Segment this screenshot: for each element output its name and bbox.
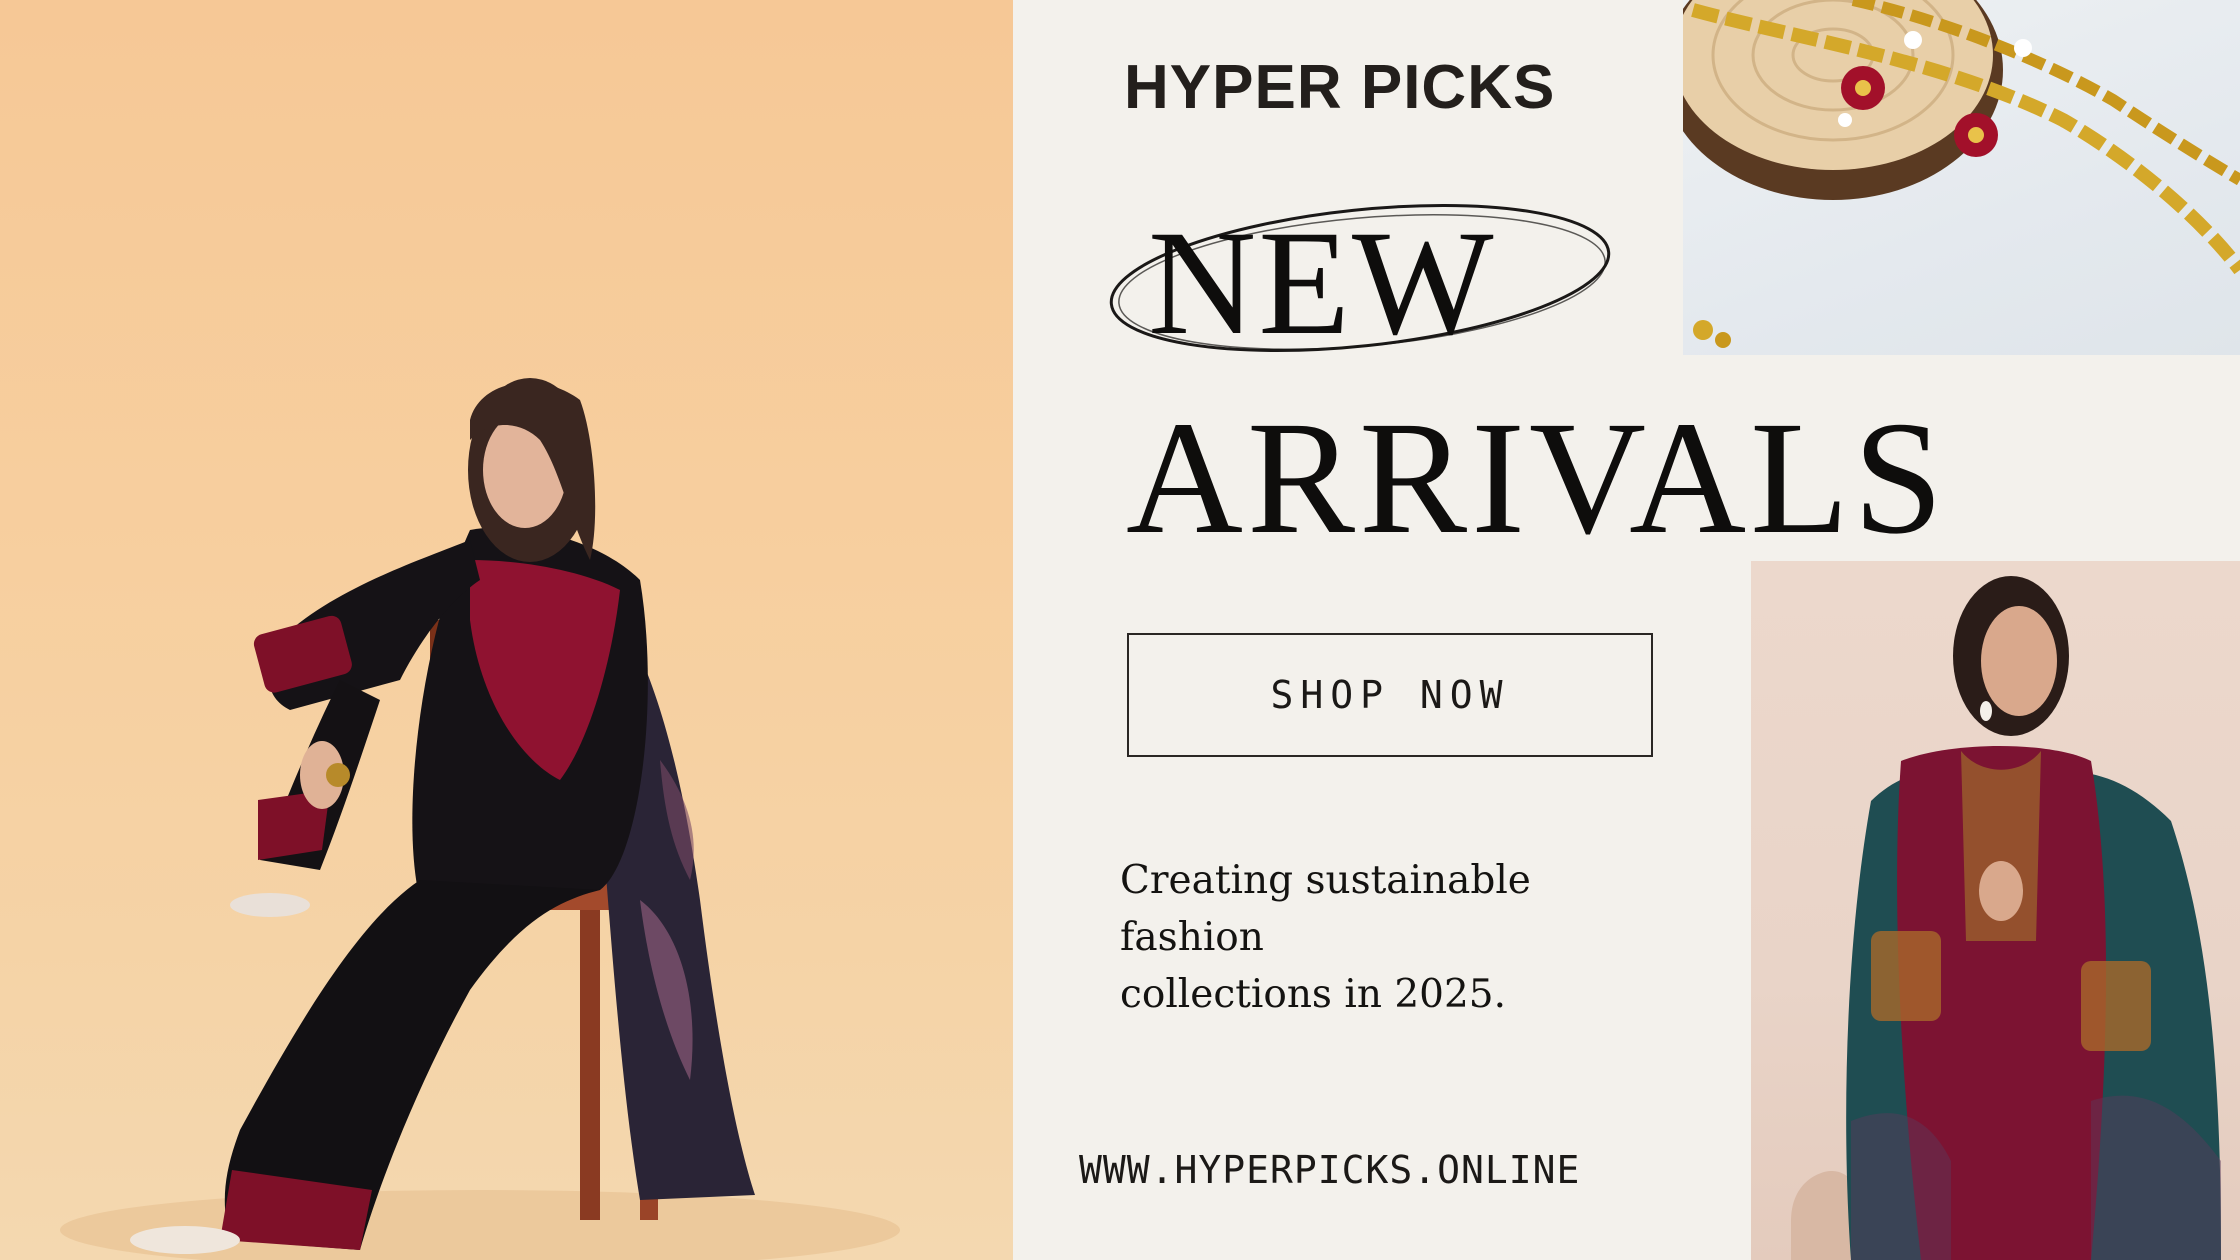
jewelry-photo [1683,0,2240,355]
model-illustration [60,378,900,1260]
model-photo-right [1751,561,2240,1260]
brand-name: HYPER PICKS [1124,53,1556,122]
model-illustration-right [1791,576,2221,1260]
shop-now-button[interactable]: SHOP NOW [1127,633,1653,757]
jewelry-illustration [1683,0,2240,348]
new-title-block: NEW [1100,190,1620,370]
tagline-line-1: Creating sustainable fashion [1120,858,1531,960]
model-photo-left [0,0,1013,1260]
tagline-line-2: collections in 2025. [1120,972,1506,1017]
tagline: Creating sustainable fashion collections… [1120,852,1680,1023]
website-url: WWW.HYPERPICKS.ONLINE [1079,1148,1581,1192]
hero-title-arrivals: ARRIVALS [1126,389,1948,568]
hero-title-new: NEW [1148,200,1496,366]
